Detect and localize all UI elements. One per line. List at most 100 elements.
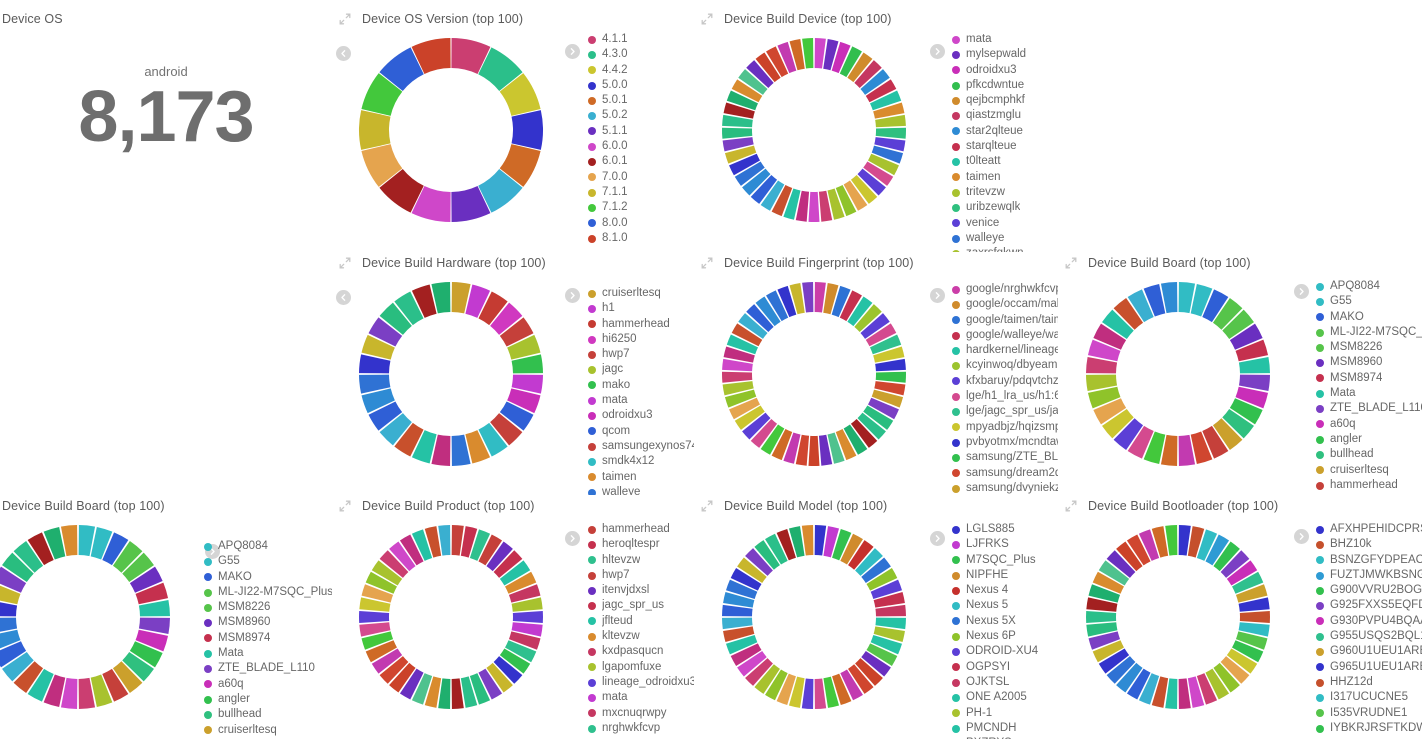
legend-item[interactable]: kxdpasqucn [588,644,694,659]
legend-item[interactable]: bullhead [1316,447,1422,462]
legend-item[interactable]: MAKO [204,570,332,585]
legend-item[interactable]: MSM8226 [1316,340,1422,355]
legend-item[interactable]: taimen [588,470,694,485]
legend-item[interactable]: hardkernel/lineage_o... [952,343,1058,358]
donut-segment[interactable] [512,611,543,623]
legend-item[interactable]: Nexus 5 [952,598,1058,613]
donut-chart-device-build-hardware[interactable] [336,274,566,474]
legend-item[interactable]: star2qlteue [952,124,1058,139]
donut-segment[interactable] [1239,611,1270,623]
legend-item[interactable]: G960U1UEU1ARB7 [1316,644,1422,659]
donut-svg[interactable] [351,274,551,474]
expand-icon[interactable] [338,499,352,513]
legend-item[interactable]: lgapomfuxe [588,660,694,675]
legend-item[interactable]: 6.0.0 [588,139,694,154]
legend-item[interactable]: cruiserltesq [1316,463,1422,478]
donut-svg[interactable] [714,30,914,230]
legend-item[interactable]: a60q [204,677,332,692]
legend-item[interactable]: MSM8974 [1316,371,1422,386]
legend-item[interactable]: google/taimen/taime... [952,313,1058,328]
legend-item[interactable]: 7.0.0 [588,170,694,185]
legend-item[interactable]: odroidxu3 [588,408,694,423]
donut-segment[interactable] [511,110,543,150]
legend-item[interactable]: jagc_spr_us [588,598,694,613]
legend-item[interactable]: cruiserltesq [204,723,332,738]
legend-device-build-hardware[interactable]: cruiserltesq h1 hammerhead hi6250 hwp7 jagc ma… [566,274,694,496]
legend-item[interactable]: 5.1.1 [588,124,694,139]
legend-item[interactable]: hi6250 [588,332,694,347]
donut-chart-device-build-bootloader[interactable] [1062,517,1294,717]
legend-item[interactable]: qejbcmphkf [952,93,1058,108]
legend-item[interactable]: G900VVRU2BOG5 [1316,583,1422,598]
legend-item[interactable]: mylsepwald [952,47,1058,62]
legend-item[interactable]: bullhead [204,707,332,722]
legend-item[interactable]: lge/h1_lra_us/h1:6.0.... [952,389,1058,404]
legend-item[interactable]: 8.1.0 [588,231,694,246]
legend-item[interactable]: nrghwkfcvp [588,721,694,736]
legend-item[interactable]: pvbyotmx/mcndtawy [952,435,1058,450]
legend-item[interactable]: G930PVPU4BQAA [1316,614,1422,629]
donut-chart-device-build-fingerprint[interactable] [698,274,930,474]
expand-icon[interactable] [338,12,352,26]
legend-item[interactable]: LGLS885 [952,522,1058,537]
legend-item[interactable]: MAKO [1316,310,1422,325]
legend-item[interactable]: Nexus 4 [952,583,1058,598]
legend-item[interactable]: pfkcdwntue [952,78,1058,93]
legend-item[interactable]: mata [952,32,1058,47]
legend-item[interactable]: venice [952,216,1058,231]
legend-item[interactable]: HHZ12d [1316,675,1422,690]
expand-icon[interactable] [700,499,714,513]
donut-segment[interactable] [359,611,390,623]
legend-item[interactable]: jagc [588,362,694,377]
legend-item[interactable]: MSM8974 [204,631,332,646]
legend-item[interactable]: BSNZGFYDPEACL [1316,553,1422,568]
legend-item[interactable]: PH-1 [952,706,1058,721]
legend-item[interactable]: I317UCUCNE5 [1316,690,1422,705]
legend-item[interactable]: lineage_odroidxu3 [588,675,694,690]
legend-item[interactable]: google/occam/mako:... [952,297,1058,312]
legend-item[interactable]: samsungexynos7420 [588,439,694,454]
legend-device-build-product[interactable]: hammerhead heroqltespr hltevzw hwp7 itenvjdx… [566,517,694,739]
donut-chart-device-build-device[interactable] [698,30,930,230]
donut-svg[interactable] [714,517,914,717]
legend-item[interactable]: mata [588,393,694,408]
legend-item[interactable]: NIPFHE [952,568,1058,583]
legend-device-build-board-mid[interactable]: APQ8084 G55 MAKO ML-JI22-M7SQC_Plu MSM8226 MS… [1294,274,1422,496]
legend-item[interactable]: OGPSYI [952,660,1058,675]
legend-item[interactable]: t0lteatt [952,154,1058,169]
legend-item[interactable]: MSM8226 [204,600,332,615]
legend-item[interactable]: kcyinwoq/dbyeamnh [952,358,1058,373]
legend-item[interactable]: APQ8084 [204,539,332,554]
donut-segment[interactable] [359,110,391,150]
legend-item[interactable]: smdk4x12 [588,454,694,469]
expand-icon[interactable] [1064,499,1078,513]
legend-device-os-version[interactable]: 4.1.1 4.3.0 4.4.2 5.0.0 5.0.1 5.0.2 5.1.1 6.0.0… [566,30,694,252]
legend-device-build-fingerprint[interactable]: google/nrghwkfcvpke... google/occam/mako:… [930,274,1058,496]
legend-item[interactable]: LJFRKS [952,537,1058,552]
legend-item[interactable]: angler [1316,432,1422,447]
legend-item[interactable]: AFXHPEHIDCPRS [1316,522,1422,537]
legend-item[interactable]: hammerhead [1316,478,1422,493]
legend-item[interactable]: samsung/dvyniekzos... [952,481,1058,496]
legend-item[interactable]: MSM8960 [204,615,332,630]
legend-item[interactable]: G55 [1316,294,1422,309]
donut-segment[interactable] [722,371,753,383]
legend-item[interactable]: 7.1.1 [588,185,694,200]
expand-icon[interactable] [700,256,714,270]
legend-item[interactable]: taimen [952,170,1058,185]
legend-item[interactable]: itenvjdxsl [588,583,694,598]
legend-item[interactable]: 4.4.2 [588,63,694,78]
legend-item[interactable]: PMCNDH [952,721,1058,736]
legend-item[interactable]: 6.0.1 [588,154,694,169]
legend-item[interactable]: APQ8084 [1316,279,1422,294]
legend-item[interactable]: heroqltespr [588,537,694,552]
legend-item[interactable]: tritevzw [952,185,1058,200]
donut-segment[interactable] [808,435,820,466]
expand-icon[interactable] [700,12,714,26]
legend-device-build-device[interactable]: mata mylsepwald odroidxu3 pfkcdwntue qejbcmp… [930,30,1058,252]
donut-segment[interactable] [808,191,820,223]
donut-svg[interactable] [1078,274,1278,474]
legend-item[interactable]: kfxbaruy/pdqvtchz [952,374,1058,389]
legend-item[interactable]: cruiserltesq [588,286,694,301]
legend-item[interactable]: mpyadbjz/hqizsmpo [952,420,1058,435]
